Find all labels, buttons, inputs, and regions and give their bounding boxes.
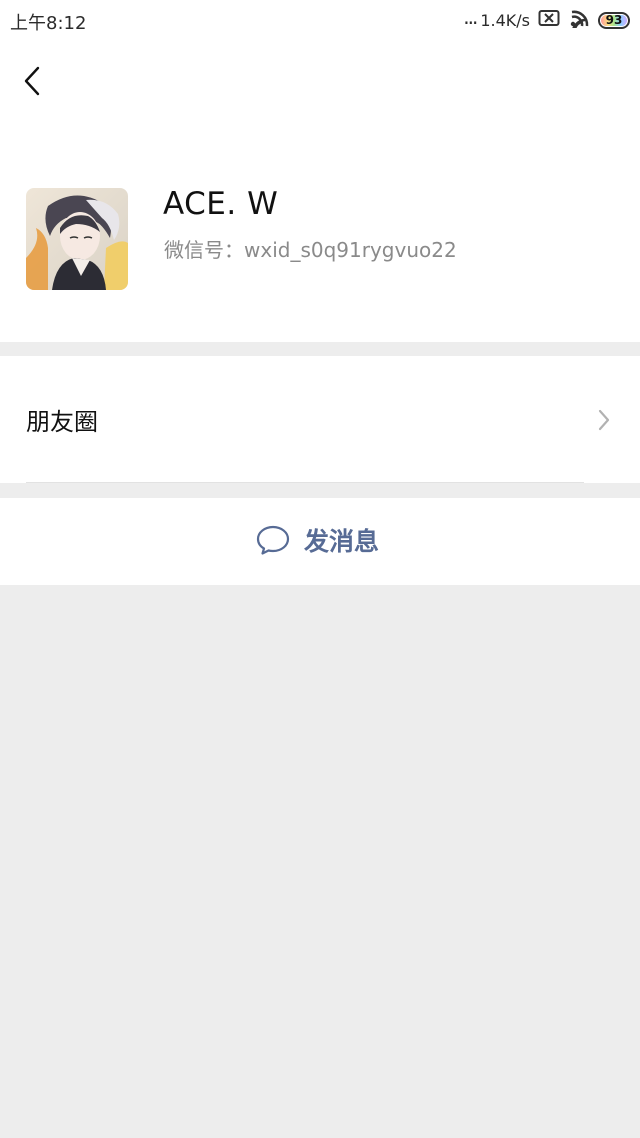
- profile-name: ACE. W: [163, 186, 279, 222]
- no-sim-icon: [538, 9, 560, 31]
- moments-row[interactable]: 朋友圈: [0, 356, 640, 483]
- chat-bubble-icon: [256, 525, 290, 555]
- chevron-right-icon: [596, 408, 612, 432]
- status-bar: 上午8:12 ... 1.4K/s 93: [0, 0, 640, 40]
- send-message-label: 发消息: [304, 527, 380, 556]
- battery-icon: 93: [598, 11, 630, 29]
- network-speed: 1.4K/s: [480, 10, 530, 30]
- moments-label: 朋友圈: [26, 408, 98, 436]
- signal-dots-icon: ...: [463, 5, 478, 29]
- status-icons: ... 1.4K/s 93: [463, 5, 630, 32]
- send-message-button[interactable]: 发消息: [0, 498, 640, 585]
- battery-level: 93: [605, 13, 623, 27]
- wifi-icon: [568, 8, 590, 32]
- avatar[interactable]: [26, 188, 128, 290]
- back-button[interactable]: [20, 66, 48, 98]
- status-time: 上午8:12: [10, 13, 87, 34]
- send-message-content: 发消息: [256, 522, 379, 558]
- profile-card: ACE. W 微信号：wxid_s0q91rygvuo22: [0, 40, 640, 342]
- back-arrow-icon: [24, 66, 40, 96]
- divider: [26, 482, 584, 483]
- wechat-id: 微信号：wxid_s0q91rygvuo22: [164, 238, 457, 262]
